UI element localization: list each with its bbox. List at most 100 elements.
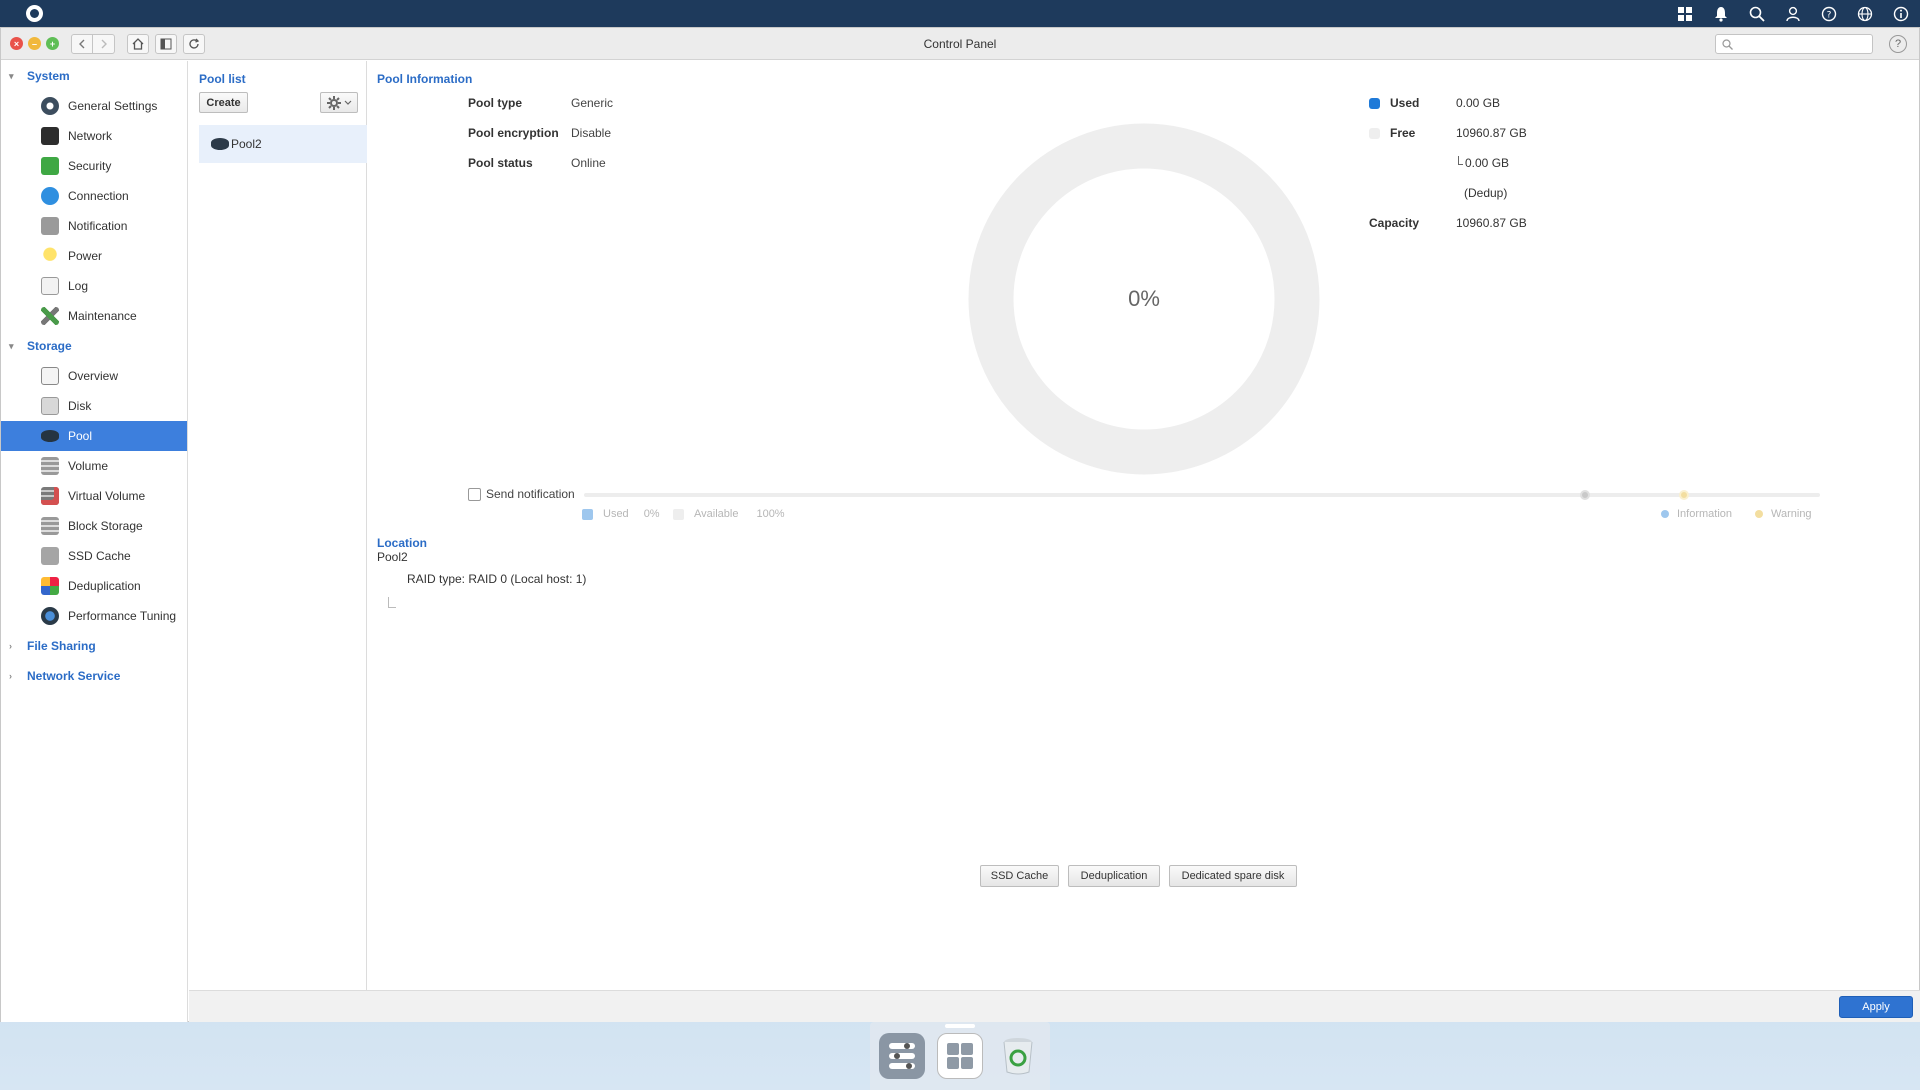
sidebar-item-notification[interactable]: Notification — [1, 211, 187, 241]
close-button[interactable]: × — [10, 37, 23, 50]
dock-handle[interactable] — [945, 1024, 975, 1028]
legend-dedup-label: (Dedup) — [1464, 186, 1507, 200]
chevron-right-icon — [101, 39, 107, 48]
sidebar-item-connection[interactable]: Connection — [1, 181, 187, 211]
globe-icon[interactable] — [1854, 3, 1876, 25]
bell-icon[interactable] — [1710, 3, 1732, 25]
dock-app-center[interactable] — [937, 1033, 983, 1079]
sidebar-section-storage[interactable]: ▾ Storage — [1, 331, 187, 361]
network-icon — [41, 127, 59, 145]
system-info-icon[interactable] — [1890, 3, 1912, 25]
title-bar: × – + Control Panel ? — [1, 28, 1919, 60]
sidebar-item-label: Log — [68, 279, 89, 293]
ssd-cache-button[interactable]: SSD Cache — [980, 865, 1059, 887]
section-label: System — [27, 69, 70, 83]
sidebar-item-deduplication[interactable]: Deduplication — [1, 571, 187, 601]
sidebar-section-system[interactable]: ▾ System — [1, 61, 187, 91]
send-notification-toggle[interactable]: Send notification — [468, 487, 575, 501]
dock-recycle-bin[interactable] — [995, 1033, 1041, 1079]
sidebar-item-general-settings[interactable]: General Settings — [1, 91, 187, 121]
home-button[interactable] — [127, 33, 149, 54]
sidebar-item-label: Virtual Volume — [68, 489, 146, 503]
section-label: Network Service — [27, 669, 121, 683]
legend-value: 10960.87 GB — [1456, 216, 1527, 230]
warning-threshold-handle[interactable] — [1679, 490, 1690, 500]
recycle-bin-icon — [1003, 1038, 1033, 1075]
gear-icon — [326, 95, 341, 110]
information-dot — [1661, 510, 1669, 518]
sidebar-section-file-sharing[interactable]: › File Sharing — [1, 631, 187, 661]
deduplication-button[interactable]: Deduplication — [1068, 865, 1160, 887]
dedicated-spare-disk-button[interactable]: Dedicated spare disk — [1169, 865, 1297, 887]
os-logo[interactable] — [26, 5, 43, 22]
search-field[interactable] — [1715, 34, 1873, 54]
deduplication-icon — [41, 577, 59, 595]
slider-legend-warning: Warning — [1755, 508, 1812, 520]
chevron-down-icon — [344, 100, 351, 105]
globe-icon — [41, 187, 59, 205]
search-icon[interactable] — [1746, 3, 1768, 25]
sidebar-item-label: Volume — [68, 459, 109, 473]
pool-type-row: Pool type Generic — [468, 96, 613, 110]
legend-label: Capacity — [1369, 216, 1420, 230]
sidebar-item-power[interactable]: Power — [1, 241, 187, 271]
refresh-button[interactable] — [183, 33, 205, 54]
sidebar-item-volume[interactable]: Volume — [1, 451, 187, 481]
window-title: Control Panel — [923, 37, 997, 51]
control-panel-icon — [889, 1043, 915, 1069]
free-swatch — [1369, 127, 1380, 139]
legend-value: 0.00 GB — [1465, 156, 1510, 170]
field-value: Generic — [571, 96, 614, 110]
pool-status-row: Pool status Online — [468, 156, 606, 170]
search-icon — [1722, 38, 1733, 50]
toggle-sidebar-button[interactable] — [155, 33, 177, 54]
maximize-button[interactable]: + — [46, 37, 59, 50]
forward-button[interactable] — [93, 33, 115, 54]
sidebar-section-network-service[interactable]: › Network Service — [1, 661, 187, 691]
sidebar-item-network[interactable]: Network — [1, 121, 187, 151]
pool-list-item[interactable]: Pool2 — [199, 125, 367, 163]
notification-threshold-slider[interactable] — [584, 490, 1820, 500]
available-swatch — [673, 508, 684, 520]
create-pool-button[interactable]: Create — [199, 92, 248, 113]
log-icon — [41, 277, 59, 295]
sidebar-item-disk[interactable]: Disk — [1, 391, 187, 421]
sidebar-item-label: General Settings — [68, 99, 158, 113]
apps-grid-icon[interactable] — [1674, 3, 1696, 25]
minimize-button[interactable]: – — [28, 37, 41, 50]
user-icon[interactable] — [1782, 3, 1804, 25]
sidebar-item-ssd-cache[interactable]: SSD Cache — [1, 541, 187, 571]
legend-note: (Dedup) — [1464, 186, 1508, 200]
sidebar-item-overview[interactable]: Overview — [1, 361, 187, 391]
lightbulb-icon — [41, 247, 59, 265]
sidebar-item-performance-tuning[interactable]: Performance Tuning — [1, 601, 187, 631]
help-circle-icon[interactable]: ? — [1818, 3, 1840, 25]
help-button[interactable]: ? — [1889, 35, 1907, 53]
overview-icon — [41, 367, 59, 385]
information-threshold-handle[interactable] — [1580, 490, 1591, 500]
volume-icon — [41, 457, 59, 475]
legend-free: Free 10960.87 GB — [1369, 126, 1527, 140]
sidebar-item-maintenance[interactable]: Maintenance — [1, 301, 187, 331]
notification-icon — [41, 217, 59, 235]
field-value: Online — [571, 156, 606, 170]
pool-encryption-row: Pool encryption Disable — [468, 126, 611, 140]
location-pool: Pool2 — [377, 550, 408, 564]
apply-button[interactable]: Apply — [1839, 996, 1913, 1018]
sidebar-item-block-storage[interactable]: Block Storage — [1, 511, 187, 541]
back-button[interactable] — [71, 33, 93, 54]
pool-settings-menu-button[interactable] — [320, 92, 358, 113]
sidebar-item-label: Connection — [68, 189, 129, 203]
performance-tuning-icon — [41, 607, 59, 625]
apps-grid-icon — [947, 1043, 973, 1069]
dock-control-panel[interactable] — [879, 1033, 925, 1079]
sidebar-item-log[interactable]: Log — [1, 271, 187, 301]
sidebar-item-pool[interactable]: Pool — [1, 421, 187, 451]
sidebar-item-security[interactable]: Security — [1, 151, 187, 181]
sidebar-item-virtual-volume[interactable]: Virtual Volume — [1, 481, 187, 511]
field-label: Pool status — [468, 156, 533, 170]
pool-information-panel: Pool Information Pool type Generic Pool … — [368, 61, 1920, 990]
sidebar: ▾ System General Settings Network Securi… — [1, 61, 188, 1022]
send-notification-checkbox[interactable] — [468, 487, 481, 501]
search-input[interactable] — [1737, 38, 1867, 50]
